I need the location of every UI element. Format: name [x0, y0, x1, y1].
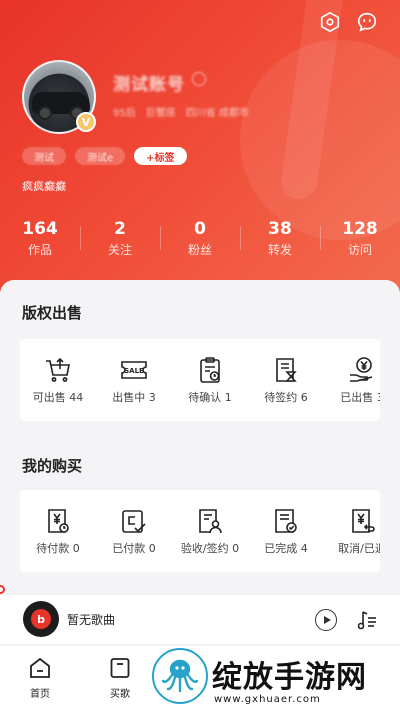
stat-reposts[interactable]: 38 转发	[240, 218, 320, 258]
home-icon	[30, 657, 50, 678]
purchase-item-label: 已完成 4	[264, 542, 308, 555]
purchase-item-inspect-sign[interactable]: 验收/签约 0	[172, 490, 248, 572]
watermark-octopus-logo	[152, 648, 208, 704]
player-disc[interactable]: b	[23, 601, 59, 637]
stat-visits[interactable]: 128 访问	[320, 218, 400, 258]
sale-item-label: 待签约 6	[264, 391, 308, 404]
song-title: 暂无歌曲	[67, 613, 116, 627]
stat-label: 作品	[27, 243, 52, 257]
profile-meta: 95后 巨蟹座 四川省 成都市	[113, 104, 249, 119]
purchase-item-label: 已付款 0	[112, 542, 156, 555]
stat-label: 转发	[267, 243, 292, 257]
stat-label: 粉丝	[187, 243, 212, 257]
stat-number: 164	[22, 219, 58, 239]
copyright-sale-card: 可出售 44 SALE 出售中 3 待确认 1 待签约 6 已出售 3	[20, 339, 380, 421]
profile-zodiac: 巨蟹座	[145, 108, 176, 119]
sale-item-label: 待确认 1	[188, 391, 232, 404]
add-tag-button[interactable]: +标签	[134, 147, 187, 165]
stat-label: 访问	[347, 243, 372, 257]
edit-icon[interactable]	[192, 72, 206, 86]
sale-item-label: 出售中 3	[112, 391, 156, 404]
yen-doc-clock-icon	[48, 509, 69, 533]
purchase-item-completed[interactable]: 已完成 4	[248, 490, 324, 572]
playlist-icon[interactable]	[356, 608, 378, 632]
my-purchase-card: 待付款 0 已付款 0 验收/签约 0 已完成 4 取消/已退	[20, 490, 380, 572]
sale-item-pending-sign[interactable]: 待签约 6	[248, 339, 324, 421]
tab-label: 买歌	[110, 689, 130, 700]
contract-hourglass-icon	[276, 358, 297, 382]
watermark-url: www.gxhuaer.com	[214, 694, 321, 705]
play-button[interactable]	[315, 609, 337, 631]
profile-tags: 测试 测试e +标签	[22, 147, 187, 165]
tab-label: 首页	[30, 689, 50, 700]
sale-item-label: 已出售 3	[340, 391, 380, 404]
play-icon	[323, 616, 331, 624]
sale-item-pending-confirm[interactable]: 待确认 1	[172, 339, 248, 421]
tab-home[interactable]: 首页	[15, 656, 65, 700]
sale-item-label: 可出售 44	[32, 391, 84, 404]
profile-location: 四川省 成都市	[185, 108, 249, 119]
stat-number: 38	[268, 219, 292, 239]
doc-check-icon	[275, 509, 297, 533]
purchase-item-label: 取消/已退	[338, 542, 380, 555]
watermark-text: 绽放手游网	[212, 660, 367, 695]
purchase-item-pending-payment[interactable]: 待付款 0	[20, 490, 96, 572]
sale-tag-icon: SALE	[121, 361, 147, 379]
yen-hand-icon	[350, 357, 373, 382]
stat-fans[interactable]: 0 粉丝	[160, 218, 240, 258]
tag-item[interactable]: 测试e	[75, 147, 126, 165]
avatar-wheel	[38, 106, 52, 120]
tab-buy-song[interactable]: 买歌	[95, 656, 145, 700]
stat-number: 128	[342, 219, 378, 239]
yen-doc-return-icon	[352, 509, 375, 533]
stat-number: 2	[114, 219, 126, 239]
player-logo-icon: b	[31, 609, 51, 629]
purchase-item-label: 待付款 0	[36, 542, 80, 555]
purchase-item-paid[interactable]: 已付款 0	[96, 490, 172, 572]
wallet-check-icon	[122, 510, 146, 533]
stat-number: 0	[194, 219, 206, 239]
purchase-item-cancelled[interactable]: 取消/已退	[324, 490, 380, 572]
content-panel: 版权出售 可出售 44 SALE 出售中 3 待确认 1 待签约 6 已出售 3	[0, 280, 400, 600]
purchase-item-label: 验收/签约 0	[180, 542, 240, 555]
cart-icon	[46, 357, 70, 382]
settings-hexagon-icon[interactable]	[317, 9, 343, 35]
tag-item[interactable]: 测试	[22, 147, 66, 165]
sale-item-sold[interactable]: 已出售 3	[324, 339, 380, 421]
sale-item-on-sale[interactable]: SALE 出售中 3	[96, 339, 172, 421]
svg-text:SALE: SALE	[124, 367, 144, 375]
stat-works[interactable]: 164 作品	[0, 218, 80, 258]
verified-badge: V	[76, 112, 96, 132]
clipboard-clock-icon	[200, 357, 220, 383]
doc-person-icon	[199, 509, 222, 534]
stat-following[interactable]: 2 关注	[80, 218, 160, 258]
sale-item-available[interactable]: 可出售 44	[20, 339, 96, 421]
copyright-sale-title: 版权出售	[22, 304, 83, 322]
stat-label: 关注	[107, 243, 132, 257]
buy-song-icon	[110, 658, 130, 678]
profile-stats: 164 作品 2 关注 0 粉丝 38 转发 128 访问	[0, 218, 400, 258]
profile-bio: 疯疯癫癫	[22, 180, 66, 193]
mini-player[interactable]: b 暂无歌曲	[0, 594, 400, 644]
my-purchase-title: 我的购买	[22, 457, 83, 475]
profile-name: 测试账号	[113, 75, 185, 95]
message-icon[interactable]	[354, 9, 380, 35]
profile-age: 95后	[113, 108, 136, 119]
